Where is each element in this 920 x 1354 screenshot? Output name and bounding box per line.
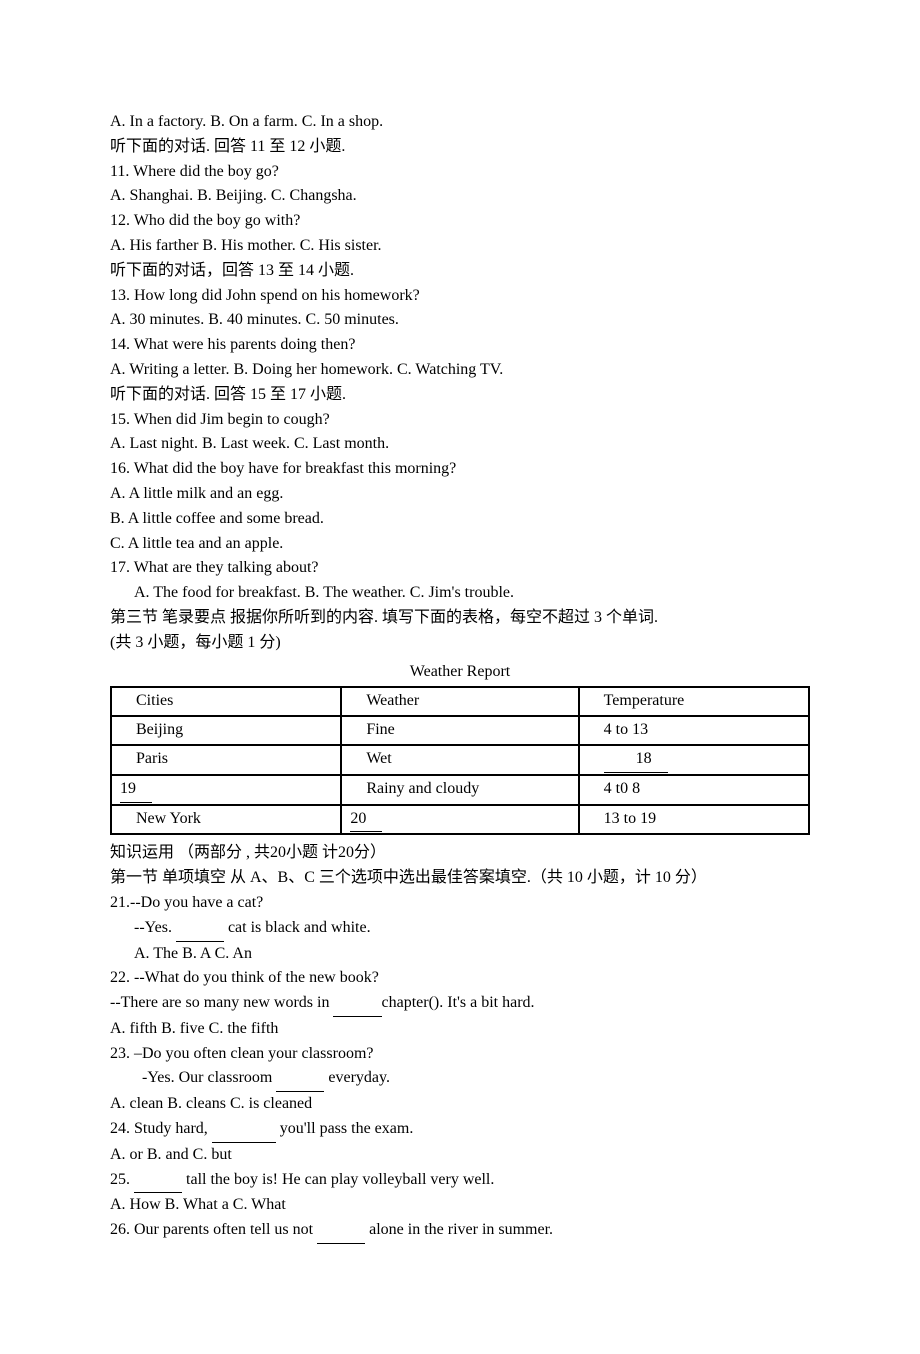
section3-title: 第三节 笔录要点 报据你所听到的内容. 填写下面的表格，每空不超过 3 个单词.	[110, 606, 810, 631]
pre-dialog-13-14: 听下面的对话，回答 13 至 14 小题.	[110, 259, 810, 284]
q21-options: A. The B. A C. An	[134, 942, 810, 967]
table-row: Paris Wet 18	[111, 745, 809, 775]
cell: Beijing	[111, 716, 341, 745]
table-row: 19 Rainy and cloudy 4 t0 8	[111, 775, 809, 805]
q13-stem: 13. How long did John spend on his homew…	[110, 284, 810, 309]
q12-options: A. His farther B. His mother. C. His sis…	[110, 234, 810, 259]
pre-dialog-15-17: 听下面的对话. 回答 15 至 17 小题.	[110, 383, 810, 408]
section3-score: (共 3 小题，每小题 1 分)	[110, 631, 810, 656]
q13-options: A. 30 minutes. B. 40 minutes. C. 50 minu…	[110, 308, 810, 333]
q26-line1: 26. Our parents often tell us not alone …	[110, 1218, 810, 1244]
cell-head-temperature: Temperature	[579, 687, 809, 716]
table-title: Weather Report	[110, 660, 810, 685]
q11-stem: 11. Where did the boy go?	[110, 160, 810, 185]
q21-line2: --Yes. cat is black and white.	[134, 916, 810, 942]
knowledge-title: 知识运用 （两部分 , 共20小题 计20分）	[110, 841, 810, 866]
cell-head-cities: Cities	[111, 687, 341, 716]
q23-line2: -Yes. Our classroom everyday.	[142, 1066, 810, 1092]
q22-line1: 22. --What do you think of the new book?	[110, 966, 810, 991]
cell: Wet	[341, 745, 578, 775]
cell: Rainy and cloudy	[341, 775, 578, 805]
q23-options: A. clean B. cleans C. is cleaned	[110, 1092, 810, 1117]
cell-blank-18: 18	[579, 745, 809, 775]
q16-optB: B. A little coffee and some bread.	[110, 507, 810, 532]
cell: Paris	[111, 745, 341, 775]
blank-icon	[317, 1218, 365, 1244]
q10-options: A. In a factory. B. On a farm. C. In a s…	[110, 110, 810, 135]
cell: 13 to 19	[579, 805, 809, 835]
q22-options: A. fifth B. five C. the fifth	[110, 1017, 810, 1042]
q17-stem: 17. What are they talking about?	[110, 556, 810, 581]
blank-icon	[276, 1066, 324, 1092]
q16-optA: A. A little milk and an egg.	[110, 482, 810, 507]
cell: New York	[111, 805, 341, 835]
q16-stem: 16. What did the boy have for breakfast …	[110, 457, 810, 482]
cell-head-weather: Weather	[341, 687, 578, 716]
q15-stem: 15. When did Jim begin to cough?	[110, 408, 810, 433]
table-row: Beijing Fine 4 to 13	[111, 716, 809, 745]
cell: Fine	[341, 716, 578, 745]
table-row: Cities Weather Temperature	[111, 687, 809, 716]
q25-line1: 25. tall the boy is! He can play volleyb…	[110, 1168, 810, 1194]
blank-icon	[134, 1168, 182, 1194]
blank-icon	[212, 1117, 276, 1143]
weather-table: Cities Weather Temperature Beijing Fine …	[110, 686, 810, 835]
q12-stem: 12. Who did the boy go with?	[110, 209, 810, 234]
cell: 4 to 13	[579, 716, 809, 745]
q11-options: A. Shanghai. B. Beijing. C. Changsha.	[110, 184, 810, 209]
cell-blank-19: 19	[111, 775, 341, 805]
pre-dialog-11-12: 听下面的对话. 回答 11 至 12 小题.	[110, 135, 810, 160]
q24-line1: 24. Study hard, you'll pass the exam.	[110, 1117, 810, 1143]
blank-icon	[176, 916, 224, 942]
q15-options: A. Last night. B. Last week. C. Last mon…	[110, 432, 810, 457]
q24-options: A. or B. and C. but	[110, 1143, 810, 1168]
q23-line1: 23. –Do you often clean your classroom?	[110, 1042, 810, 1067]
q17-options: A. The food for breakfast. B. The weathe…	[134, 581, 810, 606]
q14-options: A. Writing a letter. B. Doing her homewo…	[110, 358, 810, 383]
blank-icon	[333, 991, 381, 1017]
table-row: New York 20 13 to 19	[111, 805, 809, 835]
cell: 4 t0 8	[579, 775, 809, 805]
q25-options: A. How B. What a C. What	[110, 1193, 810, 1218]
q21-line1: 21.--Do you have a cat?	[110, 891, 810, 916]
q16-optC: C. A little tea and an apple.	[110, 532, 810, 557]
q22-line2: --There are so many new words in chapter…	[110, 991, 810, 1017]
q14-stem: 14. What were his parents doing then?	[110, 333, 810, 358]
cell-blank-20: 20	[341, 805, 578, 835]
knowledge-sub: 第一节 单项填空 从 A、B、C 三个选项中选出最佳答案填空.（共 10 小题，…	[110, 866, 810, 891]
